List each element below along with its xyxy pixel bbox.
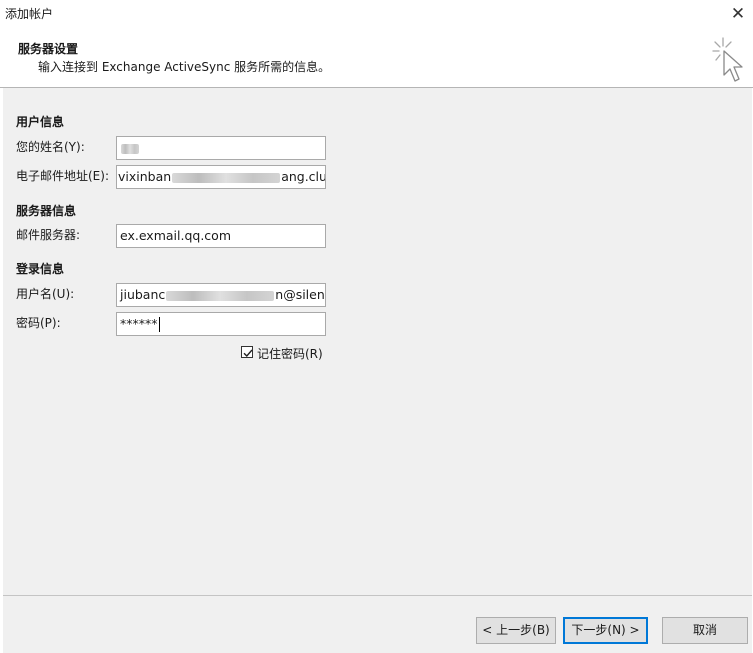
password-value: ****** xyxy=(120,316,158,331)
redacted-username xyxy=(166,290,275,301)
email-label: 电子邮件地址(E): xyxy=(16,169,109,183)
window-title: 添加帐户 xyxy=(5,7,54,21)
username-label: 用户名(U): xyxy=(16,287,75,301)
remember-password-checkbox[interactable] xyxy=(241,346,253,358)
title-bar: 添加帐户 ✕ xyxy=(0,0,753,30)
email-input[interactable]: vixinban ang.club xyxy=(116,165,326,189)
server-label: 邮件服务器: xyxy=(16,228,81,242)
header-subtitle: 输入连接到 Exchange ActiveSync 服务所需的信息。 xyxy=(38,60,331,74)
username-prefix: jiubanc xyxy=(120,287,166,302)
remember-password-label: 记住密码(R) xyxy=(257,347,323,361)
dialog-header: 服务器设置 输入连接到 Exchange ActiveSync 服务所需的信息。 xyxy=(0,30,753,88)
username-input[interactable]: jiubanc n@silenc xyxy=(116,283,326,307)
text-caret xyxy=(158,317,160,332)
server-input[interactable]: ex.exmail.qq.com xyxy=(116,224,326,248)
password-label: 密码(P): xyxy=(16,316,61,330)
username-suffix: n@silenc xyxy=(275,287,325,302)
close-button[interactable]: ✕ xyxy=(725,1,751,27)
cursor-click-icon xyxy=(712,37,743,82)
back-button[interactable]: < 上一步(B) xyxy=(476,617,556,644)
cancel-button[interactable]: 取消 xyxy=(662,617,748,644)
user-info-heading: 用户信息 xyxy=(16,115,65,129)
password-input[interactable]: ****** xyxy=(116,312,326,336)
header-title: 服务器设置 xyxy=(18,42,79,56)
server-info-heading: 服务器信息 xyxy=(16,204,77,218)
name-label: 您的姓名(Y): xyxy=(16,140,85,154)
redacted-name xyxy=(121,143,139,154)
name-input[interactable] xyxy=(116,136,326,160)
email-suffix: ang.club xyxy=(281,169,325,184)
email-prefix: vixinban xyxy=(118,169,172,184)
redacted-email xyxy=(172,172,281,183)
checkmark-icon xyxy=(243,349,253,358)
next-button[interactable]: 下一步(N) > xyxy=(563,617,648,644)
login-info-heading: 登录信息 xyxy=(16,262,65,276)
